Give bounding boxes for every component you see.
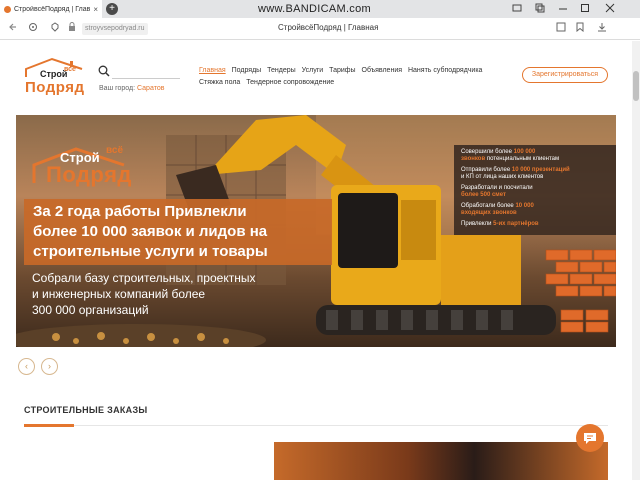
slider-next-button[interactable]: ›	[41, 358, 58, 375]
search-input[interactable]	[112, 78, 180, 79]
main-menu: Главная Подряды Тендеры Услуги Тарифы Об…	[199, 67, 486, 74]
recorder-watermark: www.BANDICAM.com	[258, 3, 371, 15]
stat-presentations: Отправили более 10 000 презентаций и КП …	[461, 167, 570, 180]
website: Строй всё Подряд Ваш город: Саратов Глав…	[0, 41, 632, 480]
extensions-icon[interactable]	[535, 3, 545, 15]
minimize-icon[interactable]	[557, 1, 569, 15]
shield-icon[interactable]	[50, 22, 60, 35]
new-tab-button[interactable]: +	[106, 3, 118, 15]
subline-2: и инженерных компаний более	[32, 287, 206, 301]
subline-3: 300 000 организаций	[32, 303, 149, 317]
section-title: СТРОИТЕЛЬНЫЕ ЗАКАЗЫ	[24, 405, 148, 415]
city-label: Ваш город:	[99, 85, 136, 92]
stats-panel: Совершили более 100 000 звонков потенциа…	[454, 145, 616, 235]
page-title: СтройвсёПодряд | Главная	[278, 23, 379, 32]
menu-item-services[interactable]: Услуги	[302, 67, 324, 74]
stat-estimates: Разработали и посчитали более 500 смет	[461, 185, 533, 198]
stat-incoming-calls: Обработали более 10 000 входящих звонков	[461, 203, 534, 216]
page-scrollbar[interactable]	[632, 41, 640, 480]
stat-partners: Привлекли 5-их партнёров	[461, 221, 539, 227]
register-button[interactable]: Зарегистрироваться	[522, 67, 608, 83]
headline-line-2: более 10 000 заявок и лидов на	[33, 223, 268, 240]
menu-item-tenders[interactable]: Тендеры	[267, 67, 296, 74]
menu-item-tariffs[interactable]: Тарифы	[329, 67, 355, 74]
menu-item-hire-subcontractor[interactable]: Нанять субподрядчика	[408, 67, 482, 74]
back-icon[interactable]	[7, 22, 17, 35]
hero-banner[interactable]: Строй всё Подряд За 2 года работы Привле…	[16, 115, 616, 347]
search-icon[interactable]	[98, 64, 110, 82]
city-value[interactable]: Саратов	[137, 85, 164, 92]
logo-text-part2: Подряд	[25, 79, 85, 96]
menu-item-floor-screed[interactable]: Стяжка пола	[199, 79, 240, 86]
menu-item-ads[interactable]: Объявления	[362, 67, 403, 74]
url-field[interactable]: stroyvsepodryad.ru	[82, 23, 148, 35]
order-card-image[interactable]	[274, 442, 608, 480]
city-selector[interactable]: Ваш город: Саратов	[99, 85, 164, 92]
site-logo[interactable]: Строй всё Подряд	[22, 57, 86, 99]
download-icon[interactable]	[597, 22, 607, 35]
address-bar: stroyvsepodryad.ru СтройвсёПодряд | Глав…	[0, 18, 640, 40]
banner-headline: За 2 года работы Привлекли более 10 000 …	[24, 199, 332, 265]
menu-item-home[interactable]: Главная	[199, 67, 226, 74]
tab-close-icon[interactable]: ×	[93, 5, 98, 14]
tab-title: СтройвсёПодряд | Глав	[14, 5, 91, 13]
subline-1: Собрали базу строительных, проектных	[32, 271, 256, 285]
section-divider	[24, 425, 608, 426]
logo-text-super: всё	[64, 66, 76, 73]
lock-icon	[68, 22, 76, 35]
menu-item-tender-support[interactable]: Тендерное сопровождение	[246, 79, 334, 86]
scrollbar-thumb[interactable]	[633, 71, 639, 101]
browser-tab-bar: СтройвсёПодряд | Глав × + www.BANDICAM.c…	[0, 0, 640, 18]
chat-button[interactable]	[576, 424, 604, 452]
browser-tab[interactable]: СтройвсёПодряд | Глав ×	[0, 0, 102, 18]
slider-prev-button[interactable]: ‹	[18, 358, 35, 375]
section-title-underline	[24, 424, 74, 427]
tabs-menu-icon[interactable]	[512, 3, 522, 15]
reload-icon[interactable]	[28, 22, 38, 35]
translate-icon[interactable]	[556, 22, 566, 35]
banner-logo-part2: Подряд	[46, 162, 132, 187]
close-window-icon[interactable]	[605, 3, 615, 15]
stat-calls: Совершили более 100 000 звонков потенциа…	[461, 149, 560, 162]
headline-line-1: За 2 года работы Привлекли	[33, 203, 247, 220]
bookmark-icon[interactable]	[576, 22, 584, 35]
menu-item-contracts[interactable]: Подряды	[232, 67, 262, 74]
headline-line-3: строительные услуги и товары	[33, 243, 268, 260]
chat-icon	[584, 433, 596, 444]
maximize-icon[interactable]	[580, 3, 590, 15]
banner-logo-super: всё	[106, 145, 124, 156]
main-menu-row2: Стяжка пола Тендерное сопровождение	[199, 79, 338, 86]
favicon-icon	[4, 5, 11, 13]
